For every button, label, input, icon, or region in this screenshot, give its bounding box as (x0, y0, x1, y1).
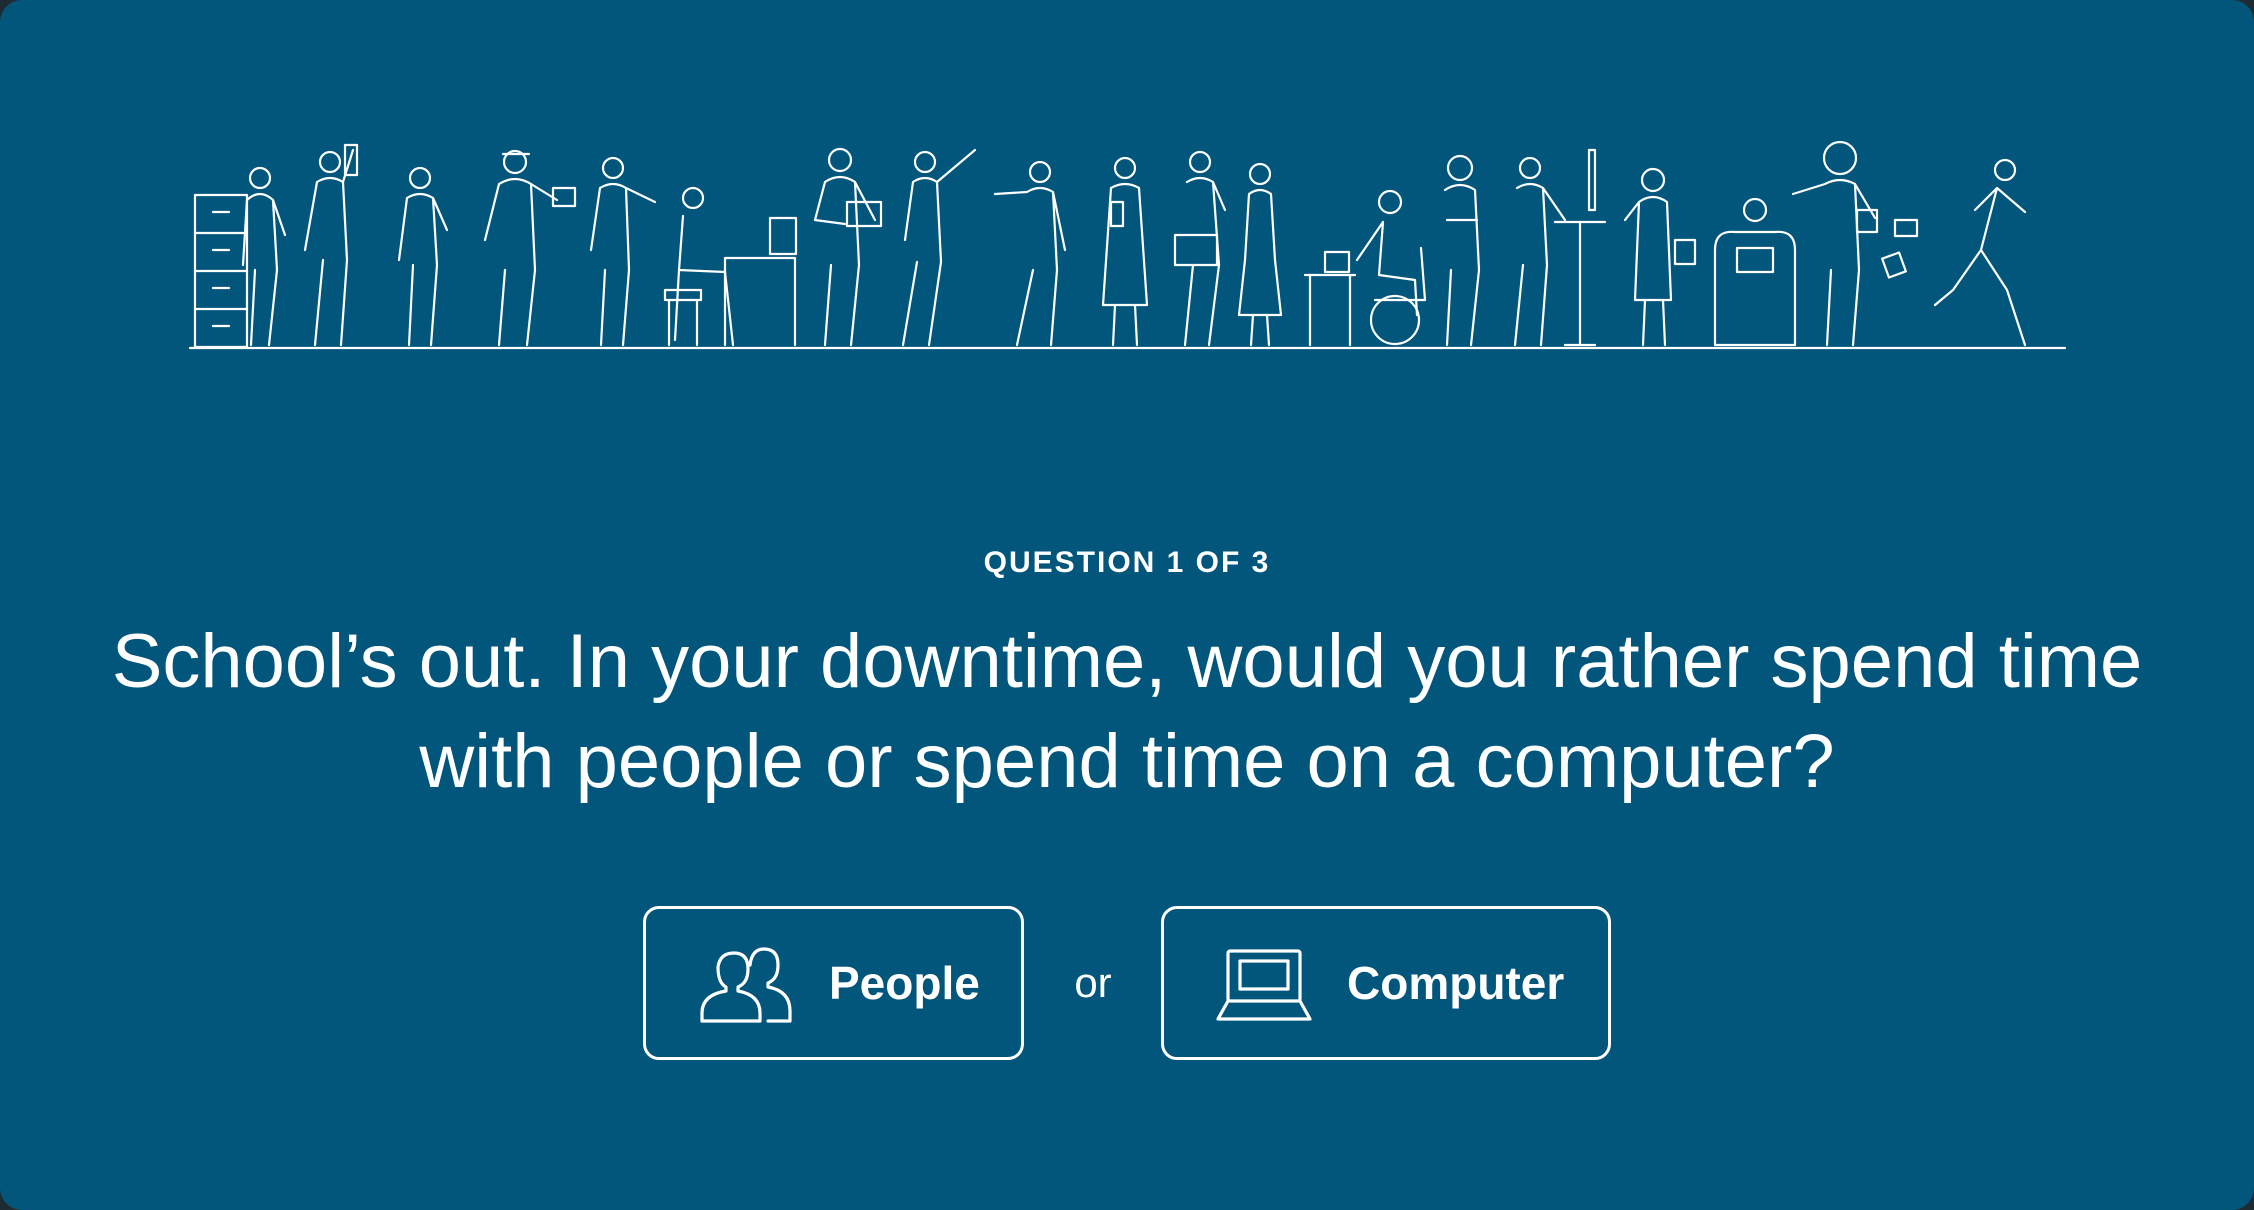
people-option-label: People (829, 957, 980, 1009)
people-icon (698, 945, 794, 1025)
laptop-icon (1216, 945, 1312, 1025)
question-text: School’s out. In your downtime, would yo… (111, 619, 2143, 804)
computer-button[interactable]: Computer (1161, 906, 1611, 1060)
or-separator: or (1074, 959, 1112, 1006)
answer-options: People or Computer (0, 906, 2254, 1064)
question-progress: QUESTION 1 OF 3 (983, 546, 1271, 579)
workers-lineup-illustration (185, 140, 2075, 355)
computer-option-label: Computer (1347, 957, 1565, 1009)
people-button[interactable]: People (643, 906, 1024, 1060)
quiz-card: QUESTION 1 OF 3 School’s out. In your do… (0, 0, 2254, 1210)
